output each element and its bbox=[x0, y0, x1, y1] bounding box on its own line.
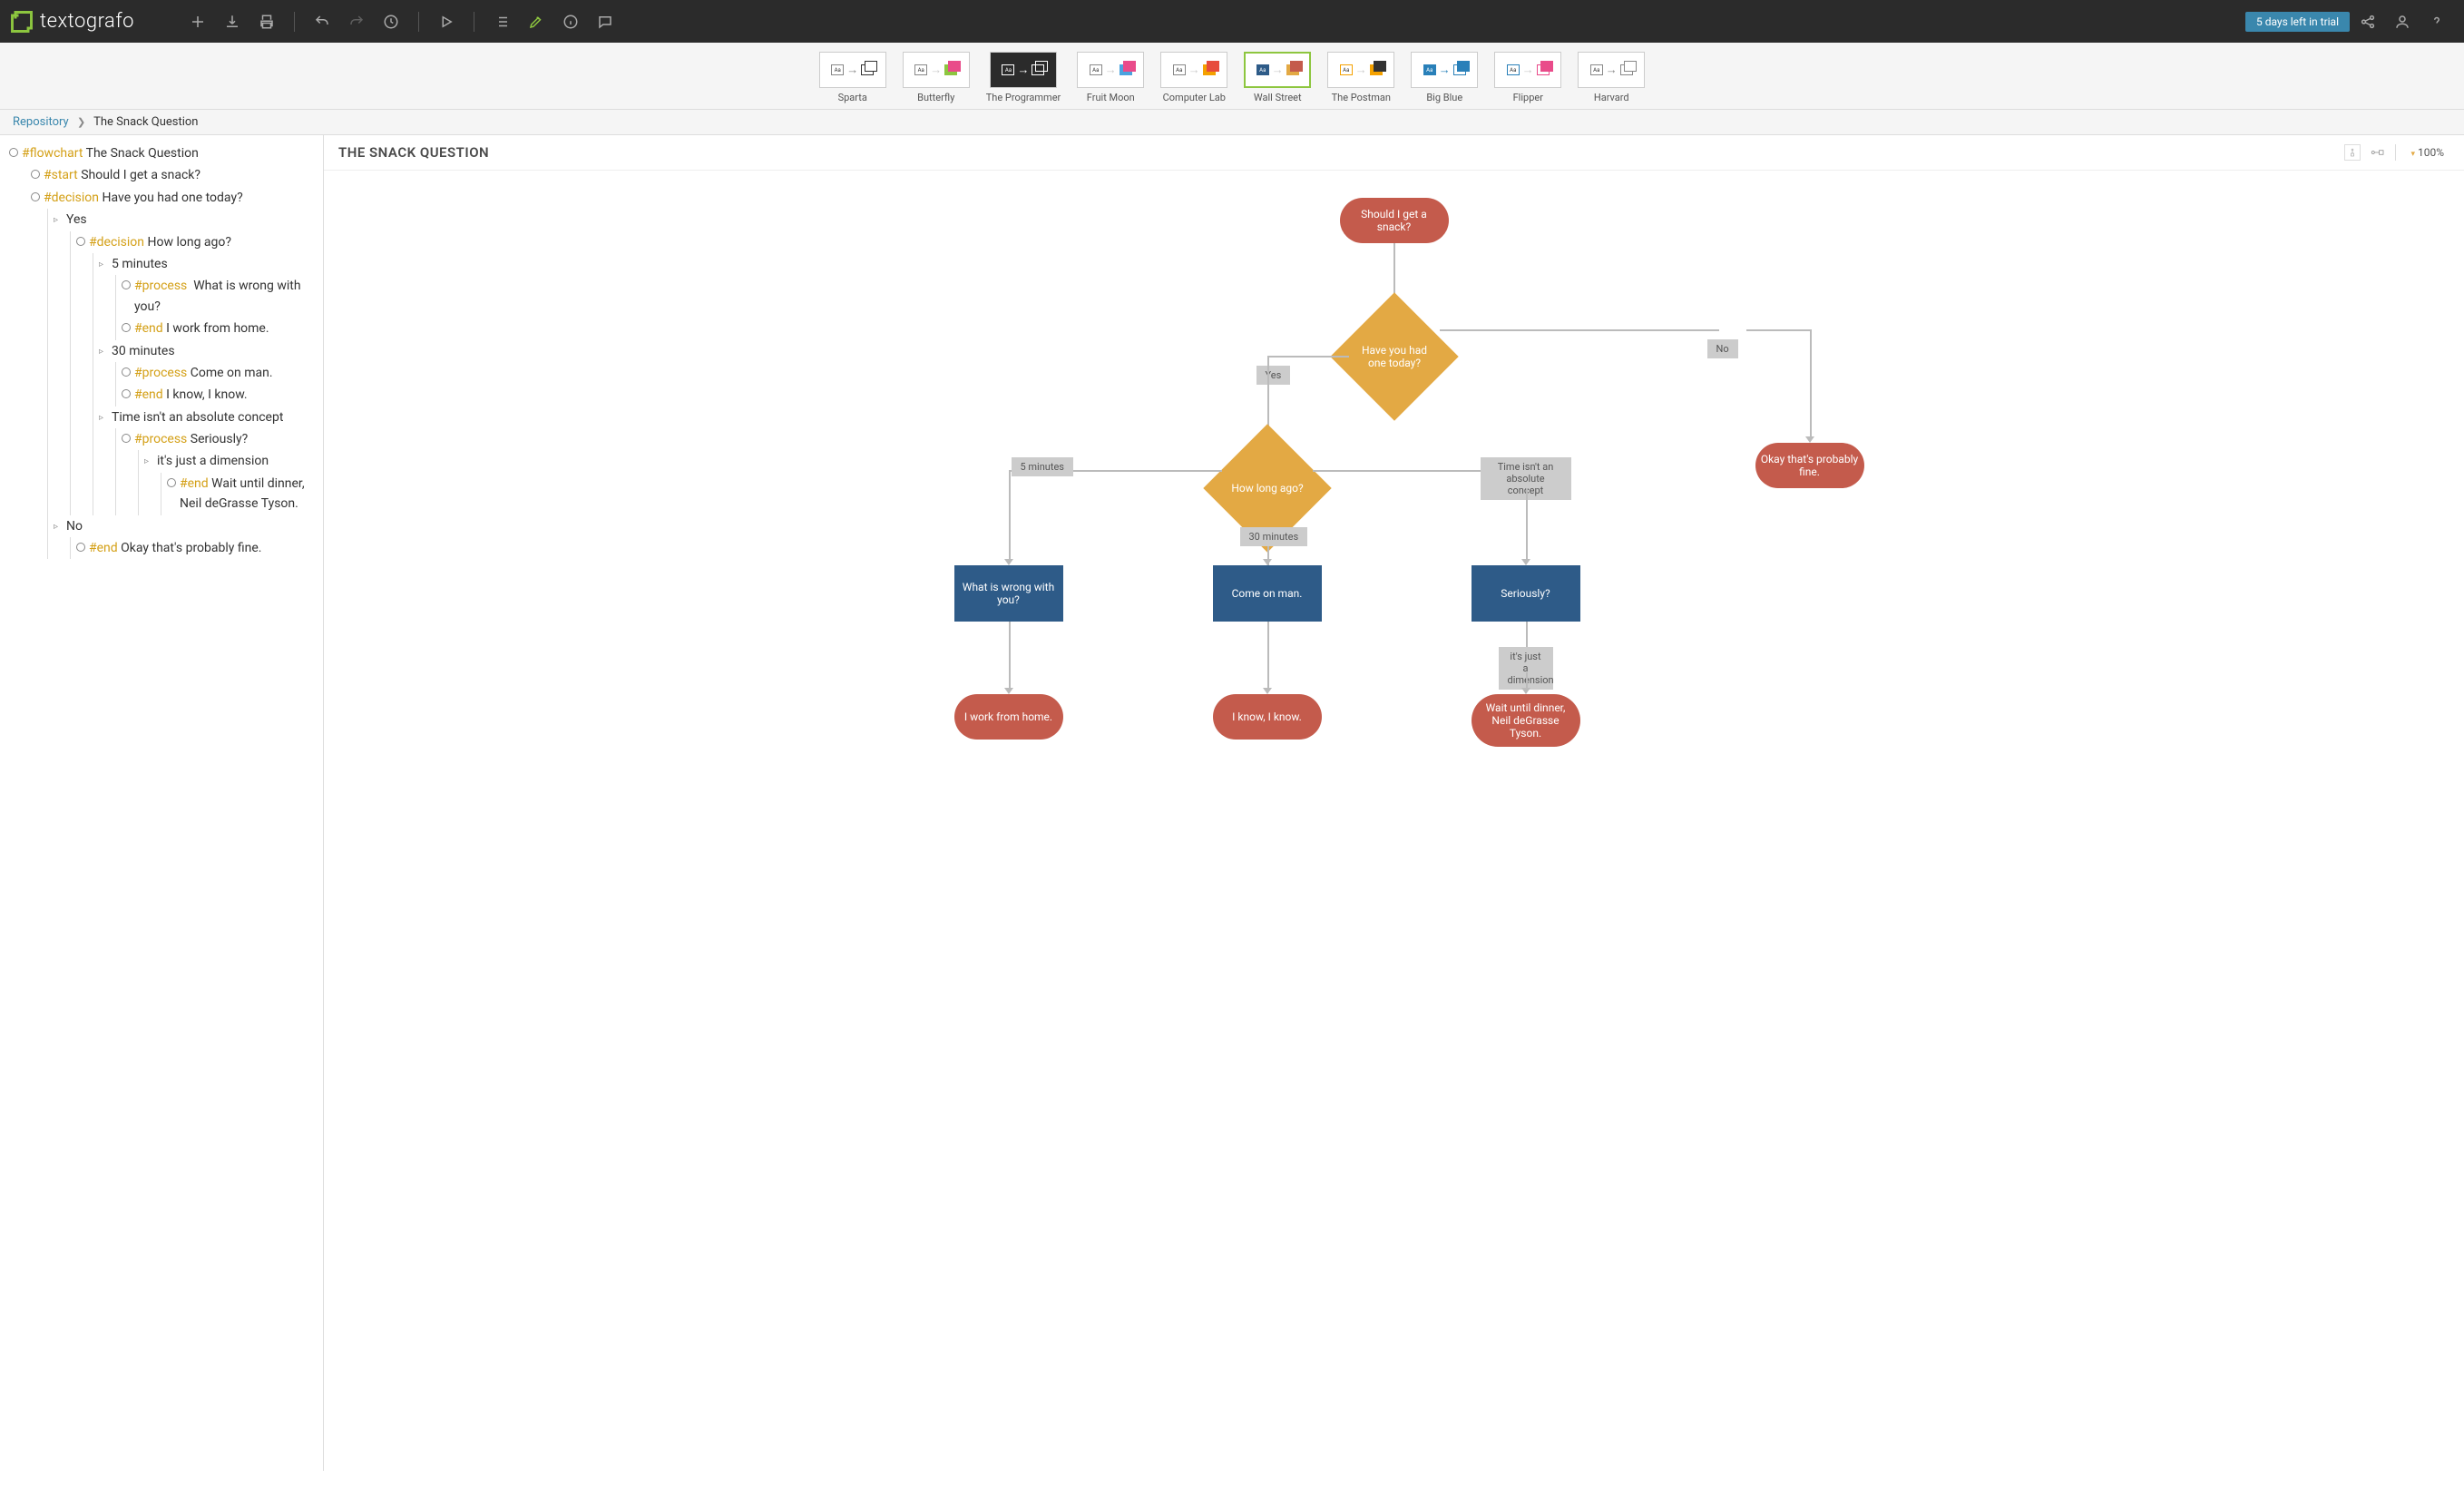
list-icon[interactable] bbox=[493, 13, 511, 31]
label-5min: 5 minutes bbox=[1012, 457, 1073, 476]
node-process-comeon[interactable]: Come on man. bbox=[1213, 565, 1322, 622]
label-yes: Yes bbox=[1256, 366, 1291, 385]
theme-butterfly[interactable]: Aa→ Butterfly bbox=[903, 52, 970, 103]
theme-computer-lab[interactable]: Aa→ Computer Lab bbox=[1160, 52, 1227, 103]
node-process-wrong[interactable]: What is wrong with you? bbox=[954, 565, 1063, 622]
theme-big-blue[interactable]: Aa→ Big Blue bbox=[1411, 52, 1478, 103]
label-no: No bbox=[1707, 339, 1738, 358]
info-icon[interactable] bbox=[562, 13, 580, 31]
comment-icon[interactable] bbox=[596, 13, 614, 31]
node-decision-1[interactable]: Have you had one today? bbox=[1330, 292, 1458, 420]
undo-icon[interactable] bbox=[313, 13, 331, 31]
history-icon[interactable] bbox=[382, 13, 400, 31]
theme-sparta[interactable]: Aa→ Sparta bbox=[819, 52, 886, 103]
theme-programmer[interactable]: Aa→ The Programmer bbox=[986, 52, 1061, 103]
new-icon[interactable] bbox=[189, 13, 207, 31]
help-icon[interactable] bbox=[2428, 13, 2446, 31]
print-icon[interactable] bbox=[258, 13, 276, 31]
theme-wall-street[interactable]: Aa→ Wall Street bbox=[1244, 52, 1311, 103]
canvas-area[interactable]: THE SNACK QUESTION ▾ 100% Should I get a… bbox=[324, 135, 2464, 1471]
main: #flowchart The Snack Question #start Sho… bbox=[0, 135, 2464, 1471]
logo-icon bbox=[9, 9, 34, 34]
breadcrumb-root[interactable]: Repository bbox=[13, 115, 69, 129]
chevron-right-icon: ❯ bbox=[77, 116, 85, 128]
download-icon[interactable] bbox=[223, 13, 241, 31]
trial-badge[interactable]: 5 days left in trial bbox=[2245, 12, 2350, 32]
share-icon[interactable] bbox=[2359, 13, 2377, 31]
node-start[interactable]: Should I get a snack? bbox=[1340, 198, 1449, 243]
flowchart[interactable]: Should I get a snack? Have you had one t… bbox=[932, 189, 1857, 788]
logo-text: textografo bbox=[40, 10, 134, 33]
user-icon[interactable] bbox=[2393, 13, 2411, 31]
theme-flipper[interactable]: Aa→ Flipper bbox=[1494, 52, 1561, 103]
theme-fruit-moon[interactable]: Aa→ Fruit Moon bbox=[1077, 52, 1144, 103]
node-end-know[interactable]: I know, I know. bbox=[1213, 694, 1322, 740]
logo[interactable]: textografo bbox=[9, 9, 134, 34]
outline-panel[interactable]: #flowchart The Snack Question #start Sho… bbox=[0, 135, 324, 1471]
node-end-tyson[interactable]: Wait until dinner, Neil deGrasse Tyson. bbox=[1472, 694, 1580, 747]
orientation-vertical-icon[interactable] bbox=[2344, 144, 2361, 161]
theme-harvard[interactable]: Aa→ Harvard bbox=[1578, 52, 1645, 103]
themes-bar: Aa→ Sparta Aa→ Butterfly Aa→ The Program… bbox=[0, 43, 2464, 110]
breadcrumb: Repository ❯ The Snack Question bbox=[0, 110, 2464, 135]
zoom-level[interactable]: ▾ 100% bbox=[2405, 144, 2449, 161]
canvas-title: THE SNACK QUESTION bbox=[338, 144, 489, 161]
node-end-okay[interactable]: Okay that's probably fine. bbox=[1755, 443, 1864, 488]
label-30min: 30 minutes bbox=[1240, 527, 1308, 546]
highlight-icon[interactable] bbox=[527, 13, 545, 31]
node-process-seriously[interactable]: Seriously? bbox=[1472, 565, 1580, 622]
node-end-home[interactable]: I work from home. bbox=[954, 694, 1063, 740]
play-icon[interactable] bbox=[437, 13, 455, 31]
breadcrumb-current: The Snack Question bbox=[93, 115, 198, 129]
canvas-header: THE SNACK QUESTION ▾ 100% bbox=[324, 135, 2464, 171]
redo-icon[interactable] bbox=[347, 13, 366, 31]
theme-postman[interactable]: Aa→ The Postman bbox=[1327, 52, 1394, 103]
top-bar: textografo 5 days left in trial bbox=[0, 0, 2464, 43]
orientation-horizontal-icon[interactable] bbox=[2370, 144, 2386, 161]
